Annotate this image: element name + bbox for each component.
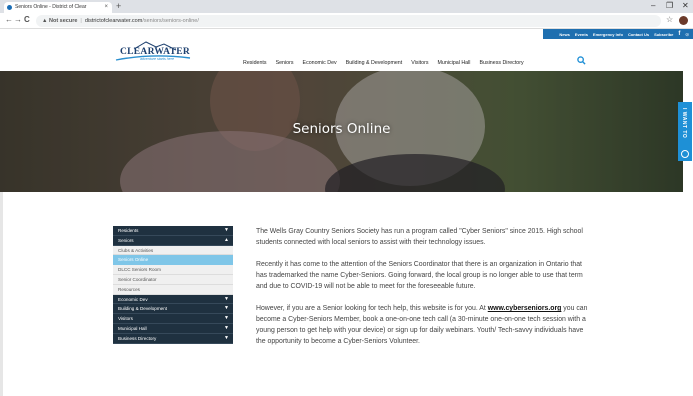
cyberseniors-link[interactable]: www.cyberseniors.org bbox=[488, 305, 562, 312]
address-bar-row: ← → C ▲ Not secure | districtofclearwater.… bbox=[0, 13, 693, 29]
i-want-to-tab[interactable]: I WANT TO bbox=[678, 102, 692, 161]
utility-link-subscribe[interactable]: Subscribe bbox=[654, 32, 673, 37]
nav-item-economic-dev[interactable]: Economic Dev bbox=[303, 60, 337, 66]
minimize-icon[interactable]: – bbox=[651, 1, 655, 10]
reload-icon[interactable]: C bbox=[24, 15, 30, 24]
profile-avatar[interactable] bbox=[679, 16, 688, 25]
sidebar-item-seniors[interactable]: Seniors ▲ bbox=[113, 235, 233, 246]
url-domain: districtofclearwater.com bbox=[84, 18, 143, 24]
chevron-down-icon: ▼ bbox=[224, 295, 229, 302]
url-field[interactable]: ▲ Not secure | districtofclearwater.com/se… bbox=[36, 15, 661, 27]
nav-item-residents[interactable]: Residents bbox=[243, 60, 267, 66]
tab-title: Seniors Online - District of Clear bbox=[15, 4, 87, 10]
sidebar-item-building-development[interactable]: Building & Development ▼ bbox=[113, 304, 233, 315]
bookmark-star-icon[interactable]: ☆ bbox=[666, 15, 673, 24]
content-paragraph: However, if you are a Senior looking for… bbox=[256, 305, 588, 345]
chevron-up-icon: ▲ bbox=[224, 236, 229, 243]
nav-item-seniors[interactable]: Seniors bbox=[276, 60, 294, 66]
instagram-icon[interactable]: ☉ bbox=[685, 32, 689, 37]
i-want-to-toggle-icon bbox=[681, 150, 689, 158]
sidebar-item-business-directory[interactable]: Business Directory ▼ bbox=[113, 333, 233, 344]
sidebar-item-resources[interactable]: Resources bbox=[113, 284, 233, 295]
sidebar-item-senior-coordinator[interactable]: Senior Coordinator bbox=[113, 274, 233, 285]
utility-nav: News Events Emergency Info Contact Us Su… bbox=[543, 29, 693, 39]
chevron-down-icon: ▼ bbox=[224, 315, 229, 322]
logo-name: CLEARWATER bbox=[120, 47, 191, 57]
site-favicon-icon bbox=[7, 5, 12, 10]
chevron-down-icon: ▼ bbox=[224, 334, 229, 341]
facebook-icon[interactable]: f bbox=[678, 31, 680, 37]
not-secure-warning[interactable]: ▲ Not secure bbox=[42, 18, 77, 24]
utility-link-emergency-info[interactable]: Emergency Info bbox=[593, 32, 623, 37]
site-header: News Events Emergency Info Contact Us Su… bbox=[0, 29, 693, 71]
close-tab-icon[interactable]: × bbox=[104, 2, 108, 13]
back-icon[interactable]: ← bbox=[5, 15, 13, 24]
nav-item-visitors[interactable]: Visitors bbox=[411, 60, 428, 66]
sidebar-item-dlcc-seniors-room[interactable]: DLCC Seniors Room bbox=[113, 265, 233, 275]
search-icon[interactable] bbox=[577, 56, 586, 65]
clearwater-logo[interactable]: CLEARWATER adventure starts here bbox=[112, 41, 192, 67]
browser-tab-bar: Seniors Online - District of Clear × + –… bbox=[0, 0, 693, 13]
content-paragraph: Recently it has come to the attention of… bbox=[256, 261, 583, 290]
sidebar-item-visitors[interactable]: Visitors ▼ bbox=[113, 314, 233, 324]
utility-link-news[interactable]: News bbox=[559, 32, 569, 37]
chevron-down-icon: ▼ bbox=[224, 227, 229, 233]
browser-tab[interactable]: Seniors Online - District of Clear × bbox=[4, 2, 112, 13]
content-paragraph: The Wells Gray Country Seniors Society h… bbox=[256, 228, 583, 246]
sidebar-item-municipal-hall[interactable]: Municipal Hall ▼ bbox=[113, 323, 233, 334]
page-title: Seniors Online bbox=[292, 121, 391, 137]
nav-item-municipal-hall[interactable]: Municipal Hall bbox=[438, 60, 471, 66]
forward-icon[interactable]: → bbox=[14, 15, 22, 24]
sidebar-nav: Residents ▼ Seniors ▲ Clubs & Activities S… bbox=[113, 226, 233, 344]
nav-item-business-directory[interactable]: Business Directory bbox=[480, 60, 524, 66]
left-page-edge bbox=[0, 192, 3, 396]
sidebar-item-clubs-activities[interactable]: Clubs & Activities bbox=[113, 245, 233, 256]
i-want-to-label: I WANT TO bbox=[681, 108, 687, 139]
utility-link-events[interactable]: Events bbox=[575, 32, 588, 37]
hero-banner: Seniors Online bbox=[0, 71, 683, 192]
sidebar-item-economic-dev[interactable]: Economic Dev ▼ bbox=[113, 294, 233, 305]
chevron-down-icon: ▼ bbox=[224, 324, 229, 331]
main-content: The Wells Gray Country Seniors Society h… bbox=[256, 226, 593, 358]
sidebar-item-residents[interactable]: Residents ▼ bbox=[113, 226, 233, 236]
url-path: /seniors/seniors-online/ bbox=[142, 18, 199, 24]
nav-item-building-development[interactable]: Building & Development bbox=[346, 60, 403, 66]
maximize-icon[interactable]: ❐ bbox=[666, 1, 673, 10]
utility-link-contact-us[interactable]: Contact Us bbox=[628, 32, 649, 37]
close-window-icon[interactable]: ✕ bbox=[682, 1, 689, 10]
new-tab-button[interactable]: + bbox=[116, 1, 121, 11]
sidebar-item-seniors-online[interactable]: Seniors Online bbox=[113, 255, 233, 266]
logo-tagline: adventure starts here bbox=[140, 57, 174, 61]
chevron-down-icon: ▼ bbox=[224, 305, 229, 312]
main-nav: Residents Seniors Economic Dev Building … bbox=[243, 60, 533, 66]
